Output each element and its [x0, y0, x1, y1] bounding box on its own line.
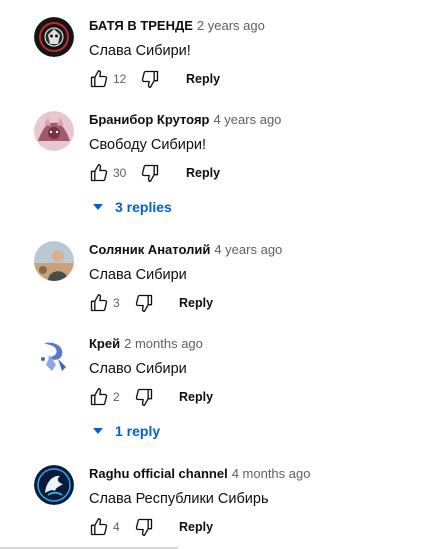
thumbs-down-icon[interactable]	[134, 293, 154, 313]
comment-timestamp[interactable]: 4 months ago	[232, 466, 311, 481]
avatar[interactable]	[34, 17, 74, 57]
replies-label: 3 replies	[115, 199, 172, 215]
comment-author[interactable]: БАТЯ В ТРЕНДЕ	[89, 18, 193, 33]
comment-header: Бранибор Крутояр 4 years ago	[89, 111, 281, 129]
comment-author[interactable]: Raghu official channel	[89, 466, 228, 481]
thumbs-up-icon[interactable]	[89, 517, 109, 537]
caret-down-icon	[92, 425, 104, 437]
replies-label: 1 reply	[115, 423, 161, 439]
thumbs-up-icon[interactable]	[89, 163, 109, 183]
comment-header: БАТЯ В ТРЕНДЕ 2 years ago	[89, 17, 265, 35]
reply-button[interactable]: Reply	[179, 294, 213, 312]
avatar-image	[34, 111, 74, 151]
comment-text: Слава Сибири	[89, 267, 187, 283]
comment-author[interactable]: Крей	[89, 336, 120, 351]
comment-timestamp[interactable]: 4 years ago	[214, 242, 282, 257]
comment-text: Свободу Сибири!	[89, 137, 207, 153]
reply-button[interactable]: Reply	[186, 164, 220, 182]
avatar-image	[34, 335, 74, 375]
comment-author[interactable]: Соляник Анатолий	[89, 242, 210, 257]
avatar[interactable]	[34, 111, 74, 151]
thumbs-down-icon[interactable]	[134, 387, 154, 407]
reply-button[interactable]: Reply	[179, 388, 213, 406]
avatar-image	[34, 17, 74, 57]
comment-text: Славо Сибири	[89, 361, 187, 377]
avatar-image	[34, 465, 74, 505]
comment-actions: 4 Reply	[89, 517, 419, 539]
comment-timestamp[interactable]: 2 years ago	[197, 18, 265, 33]
caret-down-icon	[92, 201, 104, 213]
like-count: 12	[113, 72, 127, 86]
comment-actions: 12 Reply	[89, 69, 419, 91]
comment-actions: 2 Reply	[89, 387, 419, 409]
thumbs-up-icon[interactable]	[89, 69, 109, 89]
comment-timestamp[interactable]: 4 years ago	[213, 112, 281, 127]
like-count: 3	[113, 296, 120, 310]
like-count: 2	[113, 390, 120, 404]
reply-button[interactable]: Reply	[179, 518, 213, 536]
thumbs-down-icon[interactable]	[140, 163, 160, 183]
like-count: 4	[113, 520, 120, 534]
comment-actions: 3 Reply	[89, 293, 419, 315]
comment-header: Raghu official channel 4 months ago	[89, 465, 310, 483]
comment-timestamp[interactable]: 2 months ago	[124, 336, 203, 351]
thumbs-up-icon[interactable]	[89, 387, 109, 407]
comment-author[interactable]: Бранибор Крутояр	[89, 112, 209, 127]
comment-text: Слава Сибири!	[89, 43, 191, 59]
thumbs-down-icon[interactable]	[134, 517, 154, 537]
avatar[interactable]	[34, 335, 74, 375]
like-count: 30	[113, 166, 127, 180]
avatar-image	[34, 241, 74, 281]
comment-header: Крей 2 months ago	[89, 335, 203, 353]
view-replies-button[interactable]: 1 reply	[92, 421, 160, 441]
comment-text: Слава Республики Сибирь	[89, 491, 269, 507]
avatar[interactable]	[34, 241, 74, 281]
comment-actions: 30 Reply	[89, 163, 419, 185]
thumbs-down-icon[interactable]	[140, 69, 160, 89]
reply-button[interactable]: Reply	[186, 70, 220, 88]
comment-header: Соляник Анатолий 4 years ago	[89, 241, 282, 259]
thumbs-up-icon[interactable]	[89, 293, 109, 313]
view-replies-button[interactable]: 3 replies	[92, 197, 172, 217]
avatar[interactable]	[34, 465, 74, 505]
